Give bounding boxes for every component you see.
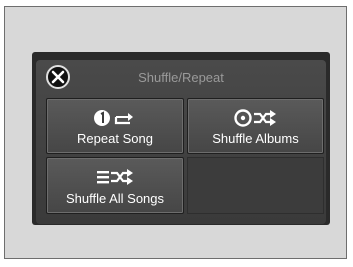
empty-option-slot: [187, 157, 324, 214]
shuffle-albums-label: Shuffle Albums: [212, 131, 299, 146]
popup-title: Shuffle/Repeat: [138, 70, 224, 85]
figure-frame: Shuffle/Repeat Repeat Song Shuffle Album…: [4, 6, 347, 259]
repeat-one-icon: [94, 110, 133, 126]
repeat-song-button[interactable]: Repeat Song: [46, 98, 184, 154]
shuffle-albums-icon: [233, 109, 276, 127]
display-screen: Shuffle/Repeat Repeat Song Shuffle Album…: [32, 52, 330, 225]
shuffle-albums-button[interactable]: Shuffle Albums: [187, 98, 324, 154]
repeat-song-label: Repeat Song: [77, 131, 153, 146]
shuffle-repeat-popup: Shuffle/Repeat Repeat Song Shuffle Album…: [36, 60, 326, 224]
shuffle-all-icon: [97, 169, 133, 185]
shuffle-all-songs-label: Shuffle All Songs: [65, 191, 165, 206]
shuffle-all-songs-button[interactable]: Shuffle All Songs: [46, 157, 184, 214]
